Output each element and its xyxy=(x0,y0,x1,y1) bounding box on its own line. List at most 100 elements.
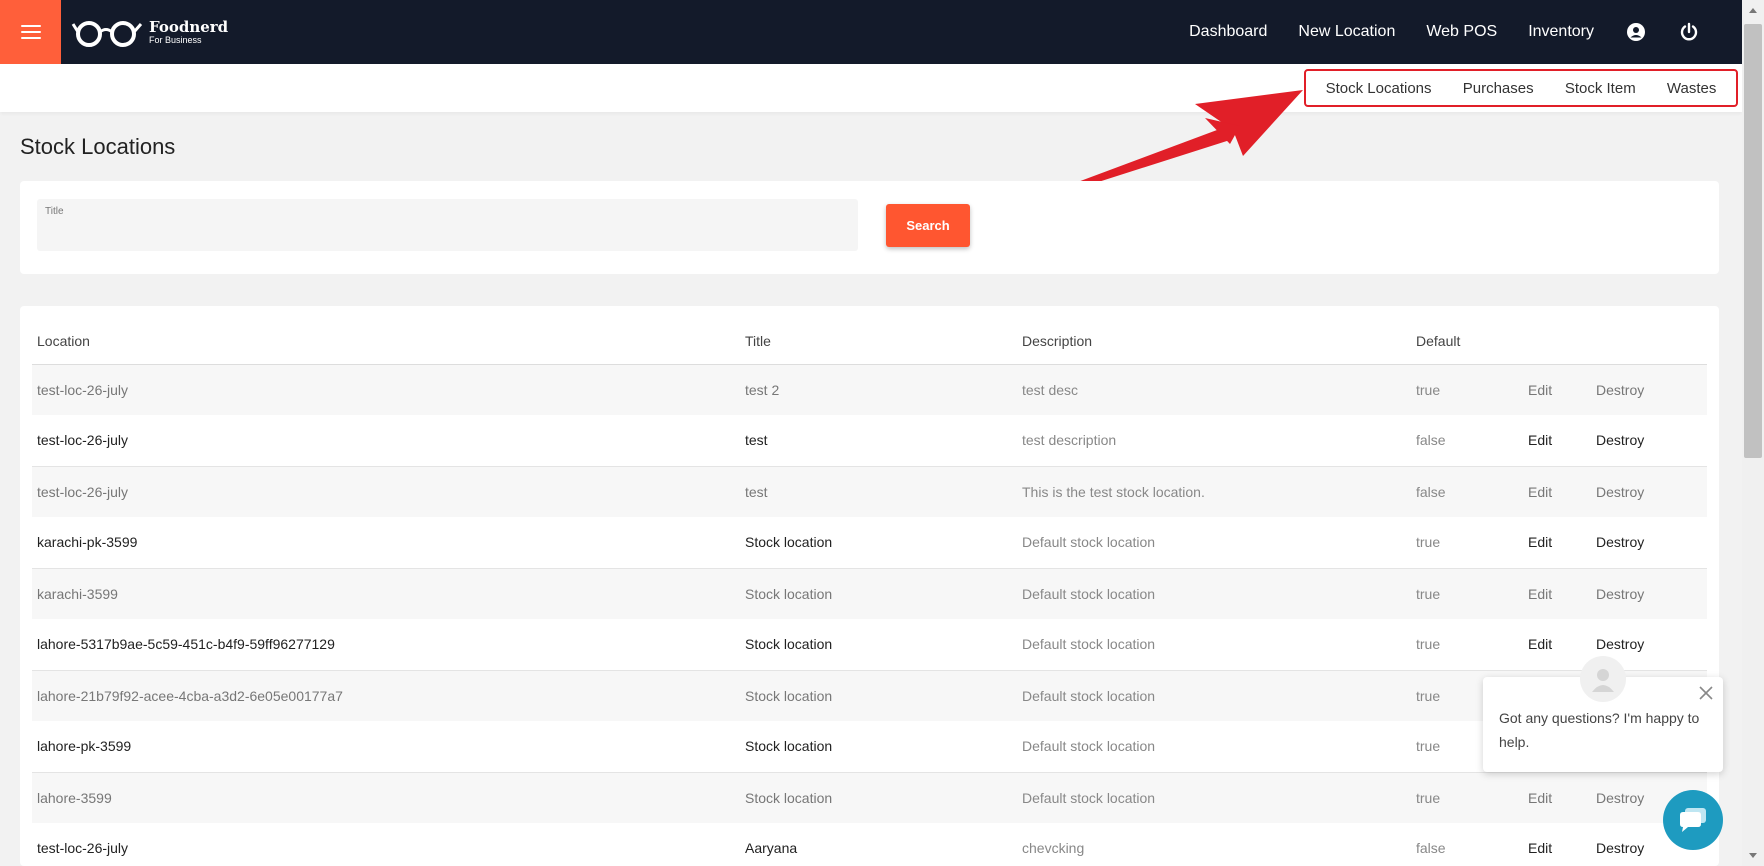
power-icon xyxy=(1680,22,1698,41)
table-header-row: Location Title Description Default xyxy=(32,306,1707,365)
cell-title: test 2 xyxy=(740,364,1017,415)
table-row: lahore-21b79f92-acee-4cba-a3d2-6e05e0017… xyxy=(32,670,1707,721)
nav-dashboard[interactable]: Dashboard xyxy=(1189,23,1267,41)
brand-subtitle: For Business xyxy=(149,34,202,45)
nav-inventory[interactable]: Inventory xyxy=(1528,23,1594,41)
account-button[interactable] xyxy=(1625,21,1647,43)
title-input[interactable] xyxy=(45,221,845,245)
cell-default: true xyxy=(1411,772,1523,823)
column-header-default: Default xyxy=(1411,306,1523,365)
cell-location: karachi-pk-3599 xyxy=(32,517,740,569)
subnav-highlight-box: Stock Locations Purchases Stock Item Was… xyxy=(1304,69,1738,107)
cell-default: false xyxy=(1411,415,1523,467)
cell-title: Stock location xyxy=(740,517,1017,569)
column-header-title: Title xyxy=(740,306,1017,365)
table-row: karachi-3599 Stock location Default stoc… xyxy=(32,568,1707,619)
edit-link[interactable]: Edit xyxy=(1523,466,1591,517)
search-card: Title Search xyxy=(20,181,1719,274)
cell-location: test-loc-26-july xyxy=(32,415,740,467)
chat-message: Got any questions? I'm happy to help. xyxy=(1499,710,1700,750)
column-header-destroy xyxy=(1591,306,1707,365)
edit-link[interactable]: Edit xyxy=(1523,415,1591,467)
brand-text: Foodnerd For Business xyxy=(149,17,229,45)
table-row: lahore-5317b9ae-5c59-451c-b4f9-59ff96277… xyxy=(32,619,1707,671)
title-field: Title xyxy=(37,199,858,251)
nav-new-location[interactable]: New Location xyxy=(1298,23,1395,41)
destroy-link[interactable]: Destroy xyxy=(1591,364,1707,415)
cell-location: lahore-pk-3599 xyxy=(32,721,740,773)
column-header-description: Description xyxy=(1017,306,1411,365)
cell-description: This is the test stock location. xyxy=(1017,466,1411,517)
hamburger-icon xyxy=(20,21,41,43)
subnav-wastes[interactable]: Wastes xyxy=(1667,80,1716,97)
cell-title: Stock location xyxy=(740,568,1017,619)
cell-location: test-loc-26-july xyxy=(32,466,740,517)
glasses-logo-icon xyxy=(71,21,143,47)
scroll-down-icon[interactable] xyxy=(1746,848,1760,862)
edit-link[interactable]: Edit xyxy=(1523,517,1591,569)
cell-title: Stock location xyxy=(740,619,1017,671)
brand-name: Foodnerd xyxy=(149,17,229,36)
nav-web-pos[interactable]: Web POS xyxy=(1426,23,1497,41)
subnav-stock-locations[interactable]: Stock Locations xyxy=(1326,80,1432,97)
cell-location: karachi-3599 xyxy=(32,568,740,619)
cell-default: true xyxy=(1411,364,1523,415)
cell-description: test description xyxy=(1017,415,1411,467)
cell-default: false xyxy=(1411,823,1523,866)
edit-link[interactable]: Edit xyxy=(1523,619,1591,671)
cell-description: Default stock location xyxy=(1017,772,1411,823)
cell-default: true xyxy=(1411,517,1523,569)
chat-close-button[interactable] xyxy=(1697,684,1715,702)
table-row: lahore-3599 Stock location Default stock… xyxy=(32,772,1707,823)
edit-link[interactable]: Edit xyxy=(1523,772,1591,823)
cell-description: test desc xyxy=(1017,364,1411,415)
cell-title: Stock location xyxy=(740,772,1017,823)
column-header-location: Location xyxy=(32,306,740,365)
cell-location: lahore-5317b9ae-5c59-451c-b4f9-59ff96277… xyxy=(32,619,740,671)
top-navbar: Foodnerd For Business Dashboard New Loca… xyxy=(0,0,1742,64)
scroll-up-icon[interactable] xyxy=(1746,4,1760,18)
brand-logo[interactable]: Foodnerd For Business xyxy=(71,15,228,49)
close-icon xyxy=(1699,686,1713,700)
table-row: test-loc-26-july Aaryana chevcking false… xyxy=(32,823,1707,866)
chat-icon xyxy=(1680,808,1706,832)
column-header-edit xyxy=(1523,306,1591,365)
destroy-link[interactable]: Destroy xyxy=(1591,466,1707,517)
destroy-link[interactable]: Destroy xyxy=(1591,415,1707,467)
cell-default: false xyxy=(1411,466,1523,517)
cell-title: test xyxy=(740,466,1017,517)
cell-default: true xyxy=(1411,619,1523,671)
destroy-link[interactable]: Destroy xyxy=(1591,568,1707,619)
subnav-purchases[interactable]: Purchases xyxy=(1463,80,1534,97)
edit-link[interactable]: Edit xyxy=(1523,823,1591,866)
table-row: test-loc-26-july test 2 test desc true E… xyxy=(32,364,1707,415)
subnav-stock-item[interactable]: Stock Item xyxy=(1565,80,1636,97)
account-circle-icon xyxy=(1627,23,1645,41)
menu-toggle-button[interactable] xyxy=(0,0,61,64)
edit-link[interactable]: Edit xyxy=(1523,364,1591,415)
cell-default: true xyxy=(1411,568,1523,619)
logout-button[interactable] xyxy=(1678,21,1700,43)
table-row: lahore-pk-3599 Stock location Default st… xyxy=(32,721,1707,773)
cell-title: Stock location xyxy=(740,721,1017,773)
chat-agent-avatar xyxy=(1580,656,1626,702)
cell-location: lahore-21b79f92-acee-4cba-a3d2-6e05e0017… xyxy=(32,670,740,721)
cell-title: test xyxy=(740,415,1017,467)
user-avatar-icon xyxy=(1592,669,1614,692)
cell-location: test-loc-26-july xyxy=(32,364,740,415)
table-row: karachi-pk-3599 Stock location Default s… xyxy=(32,517,1707,569)
chat-launcher-button[interactable] xyxy=(1663,790,1723,850)
cell-description: Default stock location xyxy=(1017,670,1411,721)
edit-link[interactable]: Edit xyxy=(1523,568,1591,619)
inventory-subnav: Stock Locations Purchases Stock Item Was… xyxy=(0,64,1742,112)
destroy-link[interactable]: Destroy xyxy=(1591,517,1707,569)
title-field-label: Title xyxy=(45,206,64,217)
table-row: test-loc-26-july test This is the test s… xyxy=(32,466,1707,517)
cell-description: Default stock location xyxy=(1017,517,1411,569)
search-button[interactable]: Search xyxy=(886,204,970,247)
scrollbar-thumb[interactable] xyxy=(1744,24,1762,458)
cell-location: test-loc-26-july xyxy=(32,823,740,866)
stock-locations-table-card: Location Title Description Default test-… xyxy=(20,306,1719,866)
cell-description: Default stock location xyxy=(1017,721,1411,773)
cell-description: chevcking xyxy=(1017,823,1411,866)
